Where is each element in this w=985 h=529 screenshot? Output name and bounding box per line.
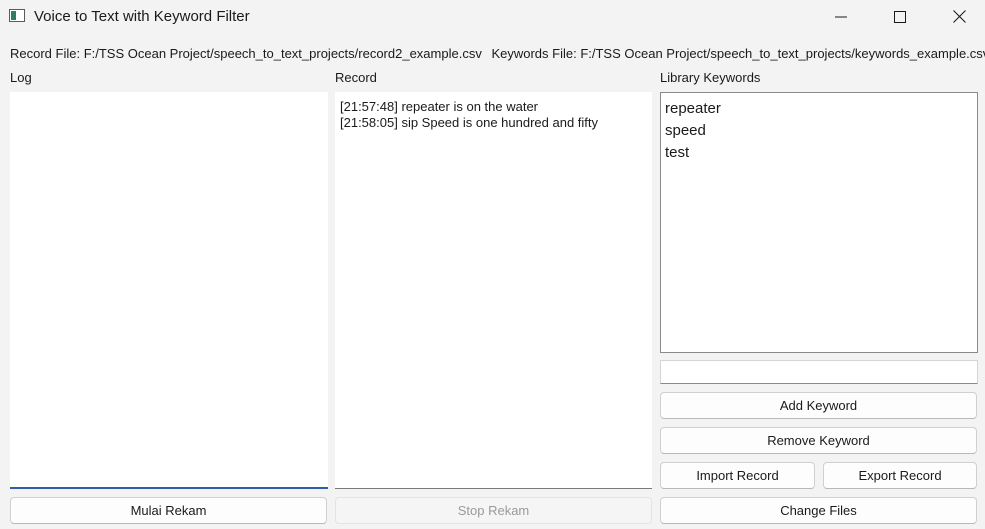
keyword-list-item[interactable]: repeater <box>665 98 973 120</box>
keyword-input[interactable] <box>660 360 978 384</box>
close-button[interactable] <box>936 0 982 33</box>
record-textarea[interactable]: [21:57:48] repeater is on the water [21:… <box>335 92 652 489</box>
add-keyword-button[interactable]: Add Keyword <box>660 392 977 419</box>
record-line: [21:57:48] repeater is on the water <box>340 99 539 114</box>
window-title: Voice to Text with Keyword Filter <box>34 8 250 25</box>
title-bar: Voice to Text with Keyword Filter <box>0 0 985 34</box>
remove-keyword-button[interactable]: Remove Keyword <box>660 427 977 454</box>
close-icon <box>952 10 966 23</box>
keywords-file-path: Keywords File: F:/TSS Ocean Project/spee… <box>491 46 985 61</box>
record-label: Record <box>335 70 377 85</box>
keyword-list-item[interactable]: speed <box>665 120 973 142</box>
maximize-icon <box>894 10 906 23</box>
library-keywords-list[interactable]: repeater speed test <box>660 92 978 353</box>
minimize-icon <box>835 16 847 17</box>
file-paths: Record File: F:/TSS Ocean Project/speech… <box>10 46 985 61</box>
library-keywords-label: Library Keywords <box>660 70 761 85</box>
start-recording-button[interactable]: Mulai Rekam <box>10 497 327 524</box>
log-label: Log <box>10 70 32 85</box>
record-line: [21:58:05] sip Speed is one hundred and … <box>340 115 599 130</box>
import-record-button[interactable]: Import Record <box>660 462 815 489</box>
stop-recording-button[interactable]: Stop Rekam <box>335 497 652 524</box>
export-record-button[interactable]: Export Record <box>823 462 977 489</box>
change-files-button[interactable]: Change Files <box>660 497 977 524</box>
app-window-icon <box>9 9 25 22</box>
log-textarea[interactable] <box>10 92 328 489</box>
record-file-path: Record File: F:/TSS Ocean Project/speech… <box>10 46 482 61</box>
maximize-button[interactable] <box>877 0 923 33</box>
keyword-list-item[interactable]: test <box>665 142 973 164</box>
minimize-button[interactable] <box>818 0 864 33</box>
